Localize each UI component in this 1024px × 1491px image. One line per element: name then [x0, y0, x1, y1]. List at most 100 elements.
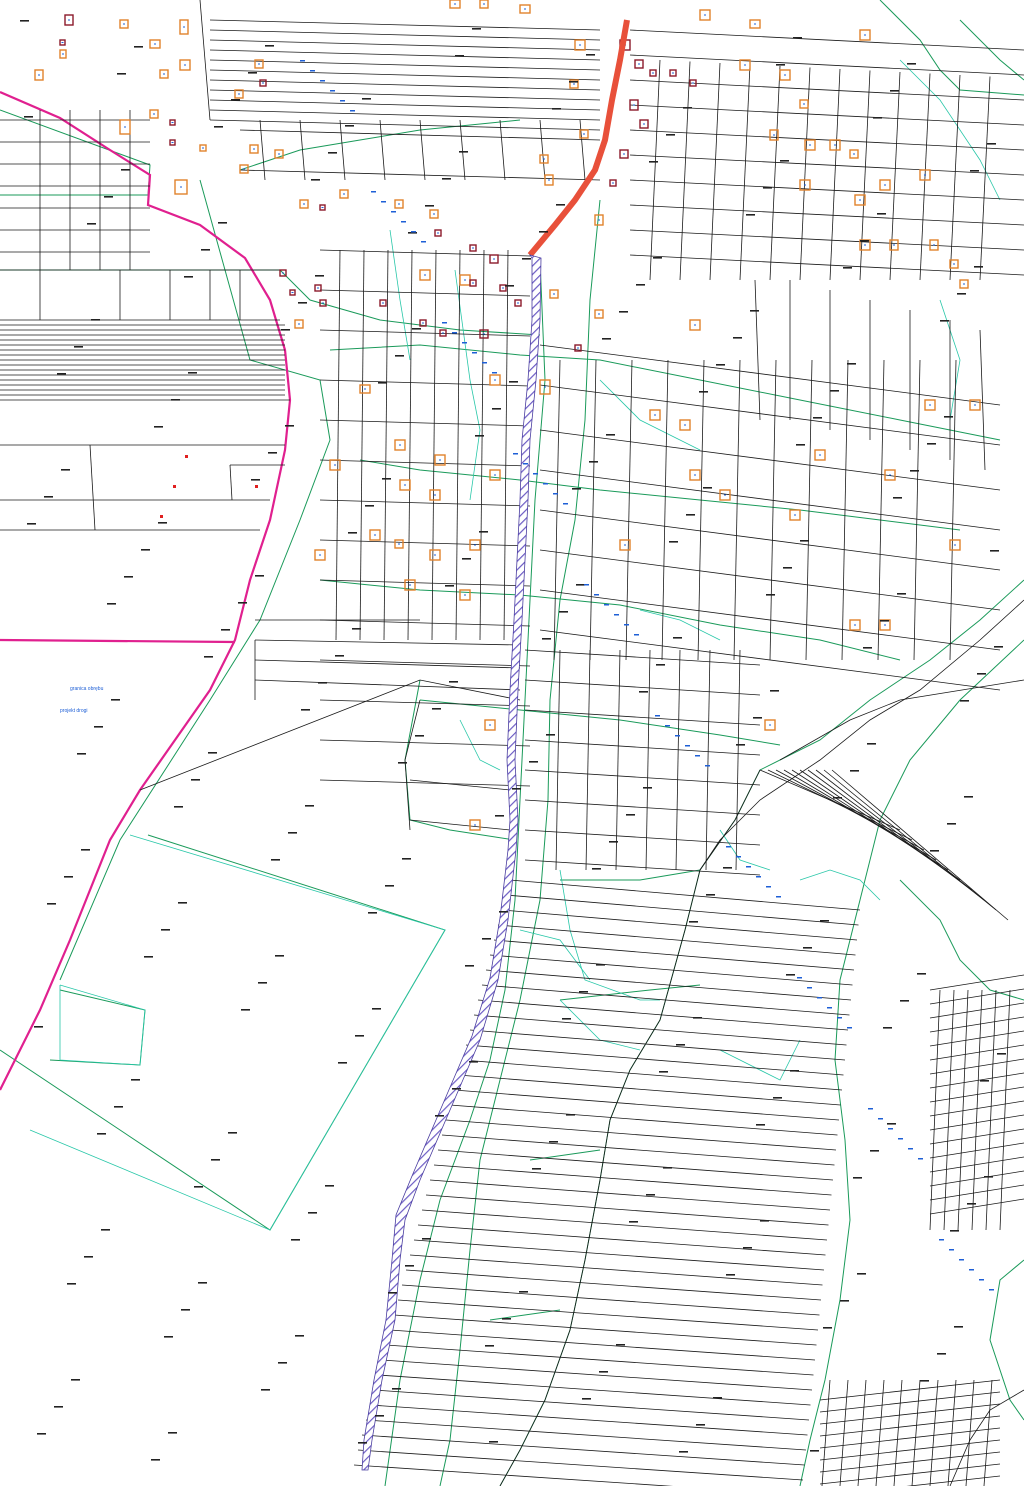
parcel-number-mark	[900, 1000, 909, 1002]
parcel-number-mark	[850, 770, 859, 772]
parcel-number-mark	[278, 1362, 287, 1364]
parcel-number-mark	[465, 965, 474, 967]
parcel-number-mark	[358, 1442, 367, 1444]
blue-survey-mark	[756, 876, 761, 878]
blue-survey-mark	[989, 1289, 994, 1291]
building-marker	[803, 103, 805, 105]
parcel-number-mark	[770, 690, 779, 692]
parcel-number-mark	[890, 90, 899, 92]
parcel-number-mark	[181, 1309, 190, 1311]
parcel-number-mark	[582, 1398, 591, 1400]
building-marker	[884, 624, 886, 626]
parcel-number-mark	[64, 876, 73, 878]
parcel-number-mark	[218, 222, 227, 224]
blue-survey-mark	[959, 1259, 964, 1261]
parcel-number-mark	[910, 470, 919, 472]
parcel-number-mark	[847, 363, 856, 365]
parcel-number-mark	[74, 346, 83, 348]
parcel-number-mark	[124, 576, 133, 578]
parcel-number-mark	[318, 682, 327, 684]
parcel-number-mark	[977, 673, 986, 675]
blue-survey-mark	[442, 322, 447, 324]
building-marker	[954, 544, 956, 546]
blue-survey-mark	[513, 453, 518, 455]
building-marker	[543, 158, 545, 160]
parcel-number-mark	[773, 1097, 782, 1099]
building-marker	[583, 133, 585, 135]
building-marker	[422, 322, 424, 324]
parcel-number-mark	[780, 160, 789, 162]
blue-survey-mark	[381, 201, 386, 203]
blue-survey-mark	[797, 977, 802, 979]
blue-survey-mark	[492, 372, 497, 374]
building-marker	[184, 64, 186, 66]
parcel-number-mark	[522, 258, 531, 260]
building-marker	[548, 179, 550, 181]
parcel-number-mark	[532, 1168, 541, 1170]
parcel-number-mark	[214, 126, 223, 128]
blue-survey-mark	[969, 1269, 974, 1271]
parcel-number-mark	[833, 797, 842, 799]
parcel-number-mark	[114, 1106, 123, 1108]
blue-survey-mark	[614, 614, 619, 616]
parcel-number-mark	[786, 974, 795, 976]
parcel-number-mark	[281, 329, 290, 331]
building-marker	[884, 184, 886, 186]
blue-survey-mark	[868, 1108, 873, 1110]
blue-survey-mark	[979, 1279, 984, 1281]
parcel-number-mark	[97, 1133, 106, 1135]
building-marker	[489, 724, 491, 726]
parcel-number-mark	[562, 1018, 571, 1020]
parcel-number-mark	[673, 637, 682, 639]
parcel-number-mark	[569, 81, 578, 83]
parcel-number-mark	[937, 1353, 946, 1355]
blue-survey-mark	[462, 342, 467, 344]
parcel-number-mark	[653, 257, 662, 259]
parcel-number-mark	[271, 859, 280, 861]
parcel-number-mark	[101, 1229, 110, 1231]
parcel-number-mark	[552, 108, 561, 110]
cadastral-map[interactable]: granica obrębu projekt drogi	[0, 0, 1024, 1491]
parcel-number-mark	[392, 1388, 401, 1390]
blue-survey-mark	[340, 100, 345, 102]
parcel-number-mark	[459, 151, 468, 153]
parcel-number-mark	[950, 1230, 959, 1232]
building-marker	[809, 144, 811, 146]
building-marker	[472, 282, 474, 284]
building-marker	[769, 724, 771, 726]
building-marker	[633, 104, 635, 106]
parcel-number-mark	[893, 497, 902, 499]
building-marker	[317, 287, 319, 289]
parcel-number-mark	[482, 938, 491, 940]
parcel-number-mark	[425, 205, 434, 207]
parcel-number-mark	[723, 867, 732, 869]
parcel-number-mark	[643, 787, 652, 789]
parcel-number-mark	[656, 664, 665, 666]
parcel-number-mark	[897, 593, 906, 595]
parcel-number-mark	[666, 134, 675, 136]
parcel-number-mark	[298, 302, 307, 304]
parcel-number-mark	[703, 487, 712, 489]
parcel-number-mark	[382, 478, 391, 480]
parcel-number-mark	[402, 858, 411, 860]
building-marker	[298, 323, 300, 325]
parcel-number-mark	[589, 461, 598, 463]
building-marker	[278, 153, 280, 155]
building-marker	[933, 244, 935, 246]
building-marker	[404, 484, 406, 486]
parcel-number-mark	[843, 267, 852, 269]
parcel-number-mark	[679, 1451, 688, 1453]
red-marker	[185, 455, 188, 458]
parcel-number-mark	[67, 1283, 76, 1285]
parcel-number-mark	[412, 328, 421, 330]
area-label-boundary: granica obrębu	[70, 686, 104, 692]
building-marker	[154, 43, 156, 45]
blue-survey-mark	[320, 80, 325, 82]
parcel-number-mark	[268, 452, 277, 454]
building-marker	[684, 424, 686, 426]
parcel-number-mark	[188, 372, 197, 374]
parcel-number-mark	[238, 602, 247, 604]
parcel-number-mark	[445, 585, 454, 587]
parcel-number-mark	[796, 444, 805, 446]
parcel-number-mark	[863, 647, 872, 649]
